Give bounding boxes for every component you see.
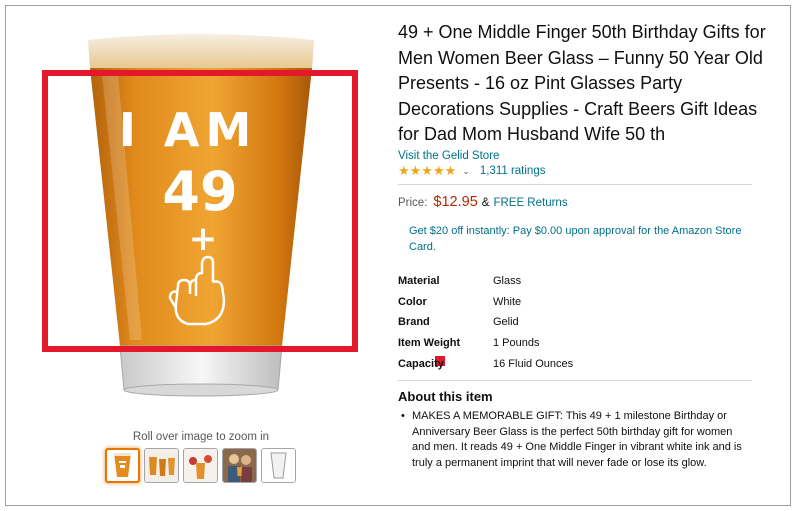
product-page: I AM 49 + Roll over image to zoom in 49 … xyxy=(5,5,791,506)
spec-row-color: Color White xyxy=(398,291,782,312)
price-label: Price: xyxy=(398,196,428,209)
spec-value: White xyxy=(493,295,522,308)
thumb-party-icon xyxy=(145,449,178,482)
divider xyxy=(398,380,752,382)
spec-row-capacity: Capacity 16 Fluid Ounces xyxy=(398,354,782,375)
rating-row: ★★★★★ ⌄ 1,311 ratings xyxy=(398,164,782,179)
free-returns-link[interactable]: FREE Returns xyxy=(493,197,567,209)
product-title: 49 + One Middle Finger 50th Birthday Gif… xyxy=(398,22,766,144)
store-card-promo-link[interactable]: Get $20 off instantly: Pay $0.00 upon ap… xyxy=(409,223,749,255)
spec-key: Capacity xyxy=(398,358,444,371)
divider xyxy=(398,183,752,185)
thumb-beer-glass-icon xyxy=(114,453,131,477)
price-value: $12.95 xyxy=(433,193,478,210)
spec-value: Glass xyxy=(493,274,522,287)
thumbnail-empty-glass[interactable] xyxy=(261,448,296,483)
spec-value: 1 Pounds xyxy=(493,337,540,350)
spec-key: Material xyxy=(398,274,440,287)
thumb-empty-glass-icon xyxy=(262,449,295,482)
spec-row-brand: Brand Gelid xyxy=(398,312,782,333)
chevron-down-icon[interactable]: ⌄ xyxy=(462,166,470,177)
spec-key: Color xyxy=(398,295,427,308)
spec-value: 16 Fluid Ounces xyxy=(493,358,574,371)
thumb-people-icon xyxy=(223,449,256,482)
thumbnail-beer-glass[interactable] xyxy=(105,448,140,483)
spec-value: Gelid xyxy=(493,316,519,329)
thumb-party-2-icon xyxy=(184,449,217,482)
specs-table: Material Glass Color White Brand Gelid I… xyxy=(398,271,782,375)
ratings-count-link[interactable]: 1,311 ratings xyxy=(480,165,546,177)
product-details: 49 + One Middle Finger 50th Birthday Gif… xyxy=(398,20,782,471)
highlight-annotation-box xyxy=(42,70,358,352)
spec-row-material: Material Glass xyxy=(398,271,782,292)
spec-row-item-weight: Item Weight 1 Pounds xyxy=(398,333,782,354)
price-row: Price: $12.95 & FREE Returns xyxy=(398,194,782,210)
thumbnail-people[interactable] xyxy=(222,448,257,483)
image-gallery: I AM 49 + Roll over image to zoom in xyxy=(6,6,396,505)
about-heading: About this item xyxy=(398,389,493,405)
spec-key: Item Weight xyxy=(398,337,461,350)
zoom-hint: Roll over image to zoom in xyxy=(132,431,270,443)
star-rating-icon[interactable]: ★★★★★ xyxy=(398,164,456,179)
spec-key: Brand xyxy=(398,316,430,329)
price-amp: & xyxy=(481,196,490,209)
about-list: MAKES A MEMORABLE GIFT: This 49 + 1 mile… xyxy=(398,409,782,471)
list-item: MAKES A MEMORABLE GIFT: This 49 + 1 mile… xyxy=(398,409,748,471)
thumbnail-party[interactable] xyxy=(144,448,179,483)
thumbnail-party-2[interactable] xyxy=(183,448,218,483)
thumbnail-strip xyxy=(105,448,296,483)
store-link[interactable]: Visit the Gelid Store xyxy=(398,150,782,162)
